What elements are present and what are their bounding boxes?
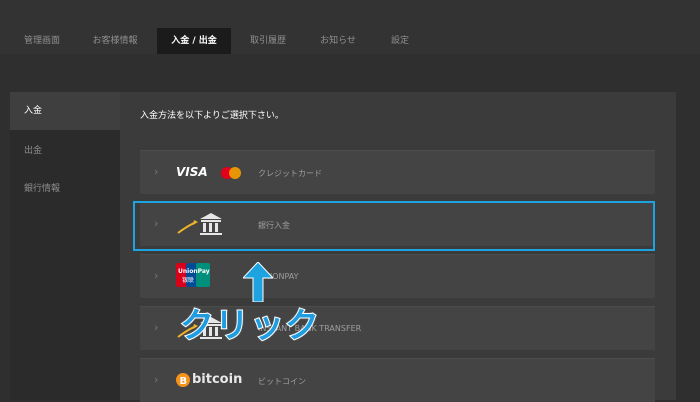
method-label: ビットコイン	[258, 377, 306, 386]
sidebar-item-bank-info[interactable]: 銀行情報	[10, 170, 120, 208]
mastercard-logo	[221, 167, 241, 179]
unionpay-logo: UnionPay 银联	[176, 263, 210, 287]
svg-text:UnionPay: UnionPay	[178, 268, 210, 275]
tab-settings[interactable]: 設定	[378, 28, 422, 54]
chevron-right-icon: ›	[154, 269, 159, 282]
up-arrow-icon	[243, 262, 273, 302]
deposit-panel: 入金方法を以下よりご選択下さい。 › VISA クレジットカード › 銀行入金 …	[120, 92, 676, 402]
sidebar: 入金 出金 銀行情報	[10, 92, 120, 400]
chevron-right-icon: ›	[154, 321, 159, 334]
sidebar-item-deposit[interactable]: 入金	[10, 92, 120, 130]
chevron-right-icon: ›	[154, 217, 159, 230]
chevron-right-icon: ›	[154, 373, 159, 386]
visa-logo: VISA	[176, 165, 208, 179]
svg-text:B: B	[180, 376, 188, 387]
sidebar-item-withdrawal[interactable]: 出金	[10, 132, 120, 170]
method-bitcoin[interactable]: › B bitcoin ビットコイン	[140, 358, 655, 402]
bank-icon	[177, 213, 222, 235]
svg-text:银联: 银联	[182, 276, 194, 284]
top-tab-bar: 管理画面 お客様情報 入金 / 出金 取引履歴 お知らせ 設定	[0, 0, 700, 54]
method-bank-deposit[interactable]: › 銀行入金	[140, 202, 655, 246]
tab-transaction-history[interactable]: 取引履歴	[240, 28, 296, 54]
click-annotation-text: クリック	[179, 305, 320, 347]
method-label: 銀行入金	[258, 221, 290, 230]
bitcoin-logo-text: bitcoin	[192, 372, 243, 387]
tab-customer-info[interactable]: お客様情報	[82, 28, 148, 54]
chevron-right-icon: ›	[154, 165, 159, 178]
method-credit-card[interactable]: › VISA クレジットカード	[140, 150, 655, 194]
method-unionpay[interactable]: › UnionPay 银联 UNIONPAY	[140, 254, 655, 298]
deposit-instruction: 入金方法を以下よりご選択下さい。	[140, 111, 284, 121]
tab-dashboard[interactable]: 管理画面	[10, 28, 74, 54]
tab-notices[interactable]: お知らせ	[306, 28, 370, 54]
bitcoin-icon: B	[176, 373, 190, 387]
method-label: クレジットカード	[258, 169, 322, 178]
tab-deposit-withdrawal[interactable]: 入金 / 出金	[157, 28, 231, 54]
